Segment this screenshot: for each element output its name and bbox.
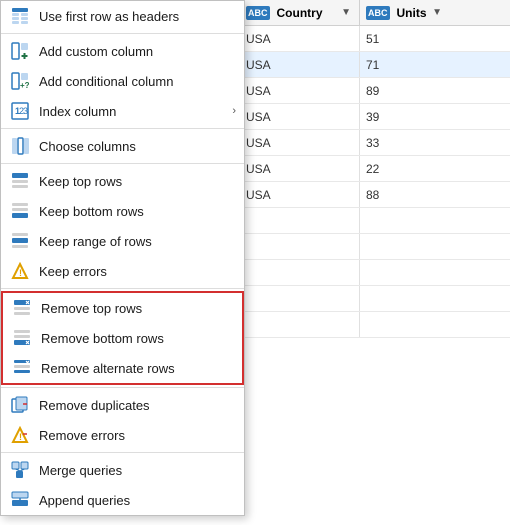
cell-country bbox=[240, 234, 360, 259]
choose-cols-label: Choose columns bbox=[39, 139, 136, 154]
cell-units bbox=[360, 234, 450, 259]
cell-country bbox=[240, 286, 360, 311]
cell-units bbox=[360, 286, 450, 311]
cell-units: 33 bbox=[360, 130, 450, 155]
country-col-label: Country bbox=[277, 6, 323, 20]
keep-top-rows-icon bbox=[9, 170, 31, 192]
remove-duplicates-label: Remove duplicates bbox=[39, 398, 150, 413]
keep-top-rows-label: Keep top rows bbox=[39, 174, 122, 189]
remove-top-rows-label: Remove top rows bbox=[41, 301, 142, 316]
menu-item-add-custom-col[interactable]: Add custom column bbox=[1, 36, 244, 66]
menu-item-index-col[interactable]: 1 2 3 Index column › bbox=[1, 96, 244, 126]
add-custom-col-icon bbox=[9, 40, 31, 62]
cell-units: 51 bbox=[360, 26, 450, 51]
separator bbox=[1, 33, 244, 34]
merge-queries-icon bbox=[9, 459, 31, 481]
choose-cols-icon bbox=[9, 135, 31, 157]
menu-item-remove-duplicates[interactable]: Remove duplicates bbox=[1, 390, 244, 420]
remove-alternate-rows-icon bbox=[11, 357, 33, 379]
country-filter-button[interactable]: ▼ bbox=[339, 7, 353, 18]
menu-item-use-first-row[interactable]: Use first row as headers bbox=[1, 1, 244, 31]
append-queries-icon bbox=[9, 489, 31, 511]
remove-bottom-rows-icon bbox=[11, 327, 33, 349]
remove-bottom-rows-label: Remove bottom rows bbox=[41, 331, 164, 346]
col-units-header: ABC Units ▼ bbox=[360, 0, 450, 25]
add-conditional-col-label: Add conditional column bbox=[39, 74, 173, 89]
merge-queries-label: Merge queries bbox=[39, 463, 122, 478]
context-menu: Use first row as headers Add custom colu… bbox=[0, 0, 245, 516]
separator bbox=[1, 387, 244, 388]
units-type-icon: ABC bbox=[366, 6, 393, 20]
cell-country: USA bbox=[240, 182, 360, 207]
highlight-group: Remove top rows Remove bottom rows bbox=[1, 291, 244, 385]
country-type-icon: ABC bbox=[246, 6, 273, 20]
menu-item-choose-cols[interactable]: Choose columns bbox=[1, 131, 244, 161]
menu-item-keep-top-rows[interactable]: Keep top rows bbox=[1, 166, 244, 196]
svg-text:!: ! bbox=[19, 268, 22, 278]
menu-item-remove-alternate-rows[interactable]: Remove alternate rows bbox=[3, 353, 242, 383]
cell-units bbox=[360, 260, 450, 285]
cell-country bbox=[240, 312, 360, 337]
menu-item-append-queries[interactable]: Append queries bbox=[1, 485, 244, 515]
menu-item-keep-bottom-rows[interactable]: Keep bottom rows bbox=[1, 196, 244, 226]
cell-country: USA bbox=[240, 156, 360, 181]
use-first-row-label: Use first row as headers bbox=[39, 9, 179, 24]
keep-bottom-rows-icon bbox=[9, 200, 31, 222]
units-filter-button[interactable]: ▼ bbox=[430, 7, 444, 18]
menu-item-keep-range-rows[interactable]: Keep range of rows bbox=[1, 226, 244, 256]
cell-units: 71 bbox=[360, 52, 450, 77]
cell-country bbox=[240, 208, 360, 233]
cell-units bbox=[360, 208, 450, 233]
cell-country: USA bbox=[240, 26, 360, 51]
svg-text:3: 3 bbox=[23, 106, 28, 116]
remove-top-rows-icon bbox=[11, 297, 33, 319]
svg-text:+?: +? bbox=[20, 81, 29, 90]
separator bbox=[1, 452, 244, 453]
cell-country: USA bbox=[240, 78, 360, 103]
svg-text:!: ! bbox=[19, 432, 22, 442]
keep-errors-icon: ! bbox=[9, 260, 31, 282]
use-first-row-icon bbox=[9, 5, 31, 27]
menu-item-keep-errors[interactable]: ! Keep errors bbox=[1, 256, 244, 286]
cell-units: 22 bbox=[360, 156, 450, 181]
index-col-arrow: › bbox=[232, 105, 236, 117]
cell-units bbox=[360, 312, 450, 337]
keep-errors-label: Keep errors bbox=[39, 264, 107, 279]
remove-duplicates-icon bbox=[9, 394, 31, 416]
col-country-header: ABC Country ▼ bbox=[240, 0, 360, 25]
keep-bottom-rows-label: Keep bottom rows bbox=[39, 204, 144, 219]
cell-country: USA bbox=[240, 104, 360, 129]
cell-units: 39 bbox=[360, 104, 450, 129]
remove-alternate-rows-label: Remove alternate rows bbox=[41, 361, 175, 376]
index-col-label: Index column bbox=[39, 104, 116, 119]
cell-country: USA bbox=[240, 52, 360, 77]
cell-units: 89 bbox=[360, 78, 450, 103]
remove-errors-icon: ! bbox=[9, 424, 31, 446]
separator bbox=[1, 128, 244, 129]
separator bbox=[1, 163, 244, 164]
keep-range-rows-icon bbox=[9, 230, 31, 252]
units-col-label: Units bbox=[397, 6, 427, 20]
menu-item-add-conditional-col[interactable]: +? Add conditional column bbox=[1, 66, 244, 96]
menu-item-remove-top-rows[interactable]: Remove top rows bbox=[3, 293, 242, 323]
cell-units: 88 bbox=[360, 182, 450, 207]
cell-country bbox=[240, 260, 360, 285]
append-queries-label: Append queries bbox=[39, 493, 130, 508]
add-conditional-col-icon: +? bbox=[9, 70, 31, 92]
separator bbox=[1, 288, 244, 289]
cell-country: USA bbox=[240, 130, 360, 155]
menu-item-merge-queries[interactable]: Merge queries bbox=[1, 455, 244, 485]
menu-item-remove-bottom-rows[interactable]: Remove bottom rows bbox=[3, 323, 242, 353]
keep-range-rows-label: Keep range of rows bbox=[39, 234, 152, 249]
remove-errors-label: Remove errors bbox=[39, 428, 125, 443]
index-col-icon: 1 2 3 bbox=[9, 100, 31, 122]
menu-item-remove-errors[interactable]: ! Remove errors bbox=[1, 420, 244, 450]
add-custom-col-label: Add custom column bbox=[39, 44, 153, 59]
